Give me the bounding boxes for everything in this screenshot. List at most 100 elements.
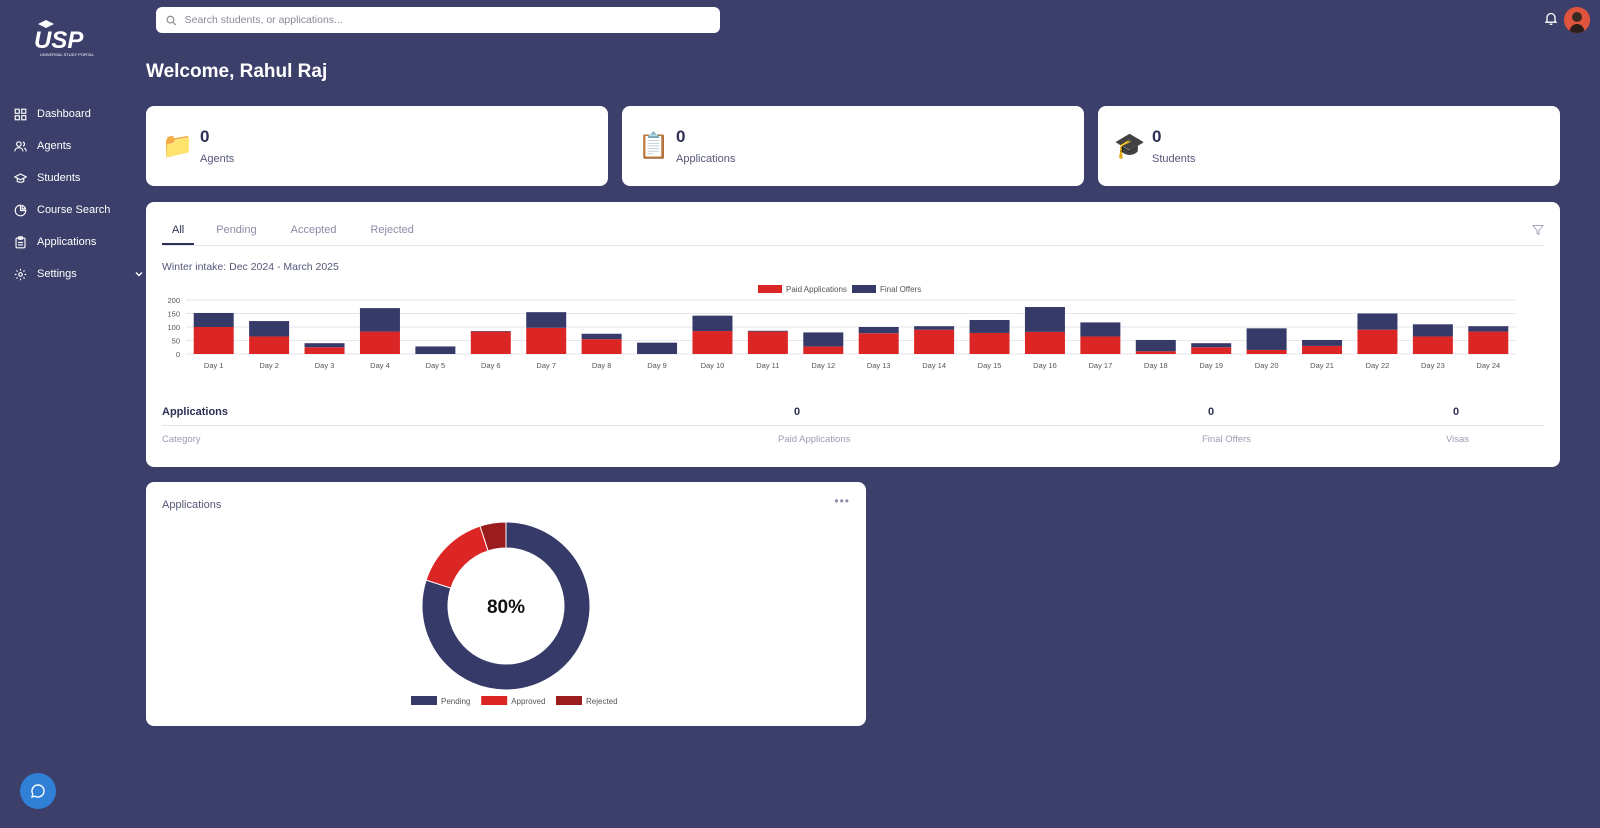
search-bar[interactable]	[156, 7, 720, 33]
visas-count: 0	[1453, 406, 1460, 418]
x-tick-label: Day 11	[756, 361, 779, 370]
tab-accepted[interactable]: Accepted	[289, 218, 339, 245]
bar-segment	[858, 333, 899, 354]
applications-donut-card: Applications ••• 80% Pending Approved Rejec…	[146, 482, 866, 726]
x-tick-label: Day 15	[978, 361, 1002, 370]
bar-segment	[249, 321, 290, 337]
tab-pending[interactable]: Pending	[214, 218, 258, 245]
search-input[interactable]	[184, 14, 720, 26]
sidebar-item-label: Applications	[37, 236, 97, 248]
x-tick-label: Day 16	[1033, 361, 1057, 370]
donut-center-label: 80%	[487, 597, 525, 618]
bar-segment	[1468, 331, 1509, 354]
bar-segment	[470, 331, 511, 354]
logo-text: USP	[34, 27, 84, 54]
bar-segment	[581, 339, 622, 354]
sidebar-item-course-search[interactable]: Course Search	[14, 194, 144, 226]
tab-all[interactable]: All	[162, 218, 195, 245]
bar-segment	[858, 327, 899, 334]
bell-icon[interactable]	[1544, 11, 1558, 25]
bar-segment	[747, 331, 788, 354]
bar-segment	[1468, 326, 1509, 332]
stat-value: 0	[200, 127, 210, 146]
logo-subtext: UNIVERSAL STUDY PORTAL	[40, 52, 95, 57]
table-header-row: Category Paid Applications Final Offers …	[162, 426, 1544, 454]
sidebar-item-label: Agents	[37, 140, 72, 152]
x-tick-label: Day 18	[1144, 361, 1168, 370]
sidebar-item-label: Course Search	[37, 204, 111, 216]
sidebar-item-dashboard[interactable]: Dashboard	[14, 98, 144, 130]
bar-segment	[969, 319, 1010, 333]
x-tick-label: Day 2	[259, 361, 279, 370]
bar-segment	[1191, 347, 1232, 354]
chat-icon	[31, 784, 45, 798]
bar-segment	[803, 346, 844, 354]
legend-label: Approved	[511, 697, 545, 706]
stat-label: Students	[1152, 153, 1196, 165]
bar-segment	[1357, 313, 1398, 330]
bar-segment	[249, 336, 290, 354]
bar-segment	[747, 330, 788, 332]
chat-button[interactable]	[20, 773, 56, 809]
x-tick-label: Day 20	[1255, 361, 1279, 370]
bar-segment	[637, 342, 678, 354]
bar-segment	[359, 331, 400, 354]
bar-segment	[969, 332, 1010, 354]
bar-segment	[304, 347, 345, 354]
sidebar-item-label: Dashboard	[37, 108, 91, 120]
sidebar-item-students[interactable]: Students	[14, 162, 144, 194]
graduation-cap-icon: 🎓	[1114, 131, 1146, 160]
bar-segment	[526, 327, 567, 354]
y-tick-label: 200	[167, 296, 180, 305]
tab-rejected[interactable]: Rejected	[368, 218, 415, 245]
donut-chart: 80% Pending Approved Rejected	[411, 521, 618, 706]
legend-label: Paid Applications	[786, 285, 847, 294]
pie-chart-icon	[14, 204, 27, 216]
legend-swatch	[481, 696, 508, 705]
x-tick-label: Day 8	[592, 361, 612, 370]
paid-count: 0	[794, 406, 801, 418]
offers-count: 0	[1208, 406, 1215, 418]
stat-card-students[interactable]: 🎓 0 Students	[1098, 106, 1560, 186]
page-title: Welcome, Rahul Raj	[146, 61, 328, 82]
applications-chart-card: All Pending Accepted Rejected Winter int…	[146, 202, 1560, 467]
stat-value: 0	[676, 127, 686, 146]
col-paid: Paid Applications	[778, 434, 851, 445]
bar-segment	[1024, 307, 1065, 332]
chevron-down-icon[interactable]	[134, 269, 144, 279]
user-avatar[interactable]	[1564, 7, 1590, 33]
y-tick-label: 100	[167, 323, 180, 332]
graduation-cap-icon	[14, 172, 27, 183]
sidebar-item-settings[interactable]: Settings	[14, 258, 144, 290]
sidebar-item-agents[interactable]: Agents	[14, 130, 144, 162]
bar-segment	[359, 308, 400, 332]
bar-segment	[1412, 336, 1453, 354]
x-tick-label: Day 7	[536, 361, 556, 370]
stat-card-applications[interactable]: 📋 0 Applications	[622, 106, 1084, 186]
x-tick-label: Day 10	[701, 361, 725, 370]
usp-logo[interactable]: USP UNIVERSAL STUDY PORTAL	[32, 18, 112, 60]
stacked-bar-chart: Paid Applications Final Offers 0 50 100 150 20…	[167, 285, 1516, 370]
bar-segment	[1412, 324, 1453, 337]
sidebar-item-applications[interactable]: Applications	[14, 226, 144, 258]
bar-segment	[1191, 343, 1232, 348]
legend-label: Rejected	[586, 697, 618, 706]
y-tick-label: 150	[167, 310, 180, 319]
x-tick-label: Day 13	[867, 361, 891, 370]
status-tabs: All Pending Accepted Rejected	[162, 218, 1544, 246]
x-tick-label: Day 14	[922, 361, 946, 370]
x-tick-label: Day 9	[647, 361, 667, 370]
filter-icon[interactable]	[1532, 224, 1544, 236]
stat-card-agents[interactable]: 📁 0 Agents	[146, 106, 608, 186]
x-tick-label: Day 22	[1366, 361, 1390, 370]
sidebar-item-label: Settings	[37, 268, 77, 280]
bar-segment	[415, 346, 456, 354]
bar-segment	[692, 331, 733, 354]
bar-segment	[581, 333, 622, 340]
y-tick-label: 50	[172, 337, 180, 346]
bar-segment	[914, 329, 955, 354]
summary-table: Applications 0 0 0 Category Paid Applica…	[162, 398, 1544, 454]
users-icon	[14, 140, 27, 151]
bar-segment	[1135, 351, 1176, 354]
x-tick-label: Day 24	[1476, 361, 1500, 370]
